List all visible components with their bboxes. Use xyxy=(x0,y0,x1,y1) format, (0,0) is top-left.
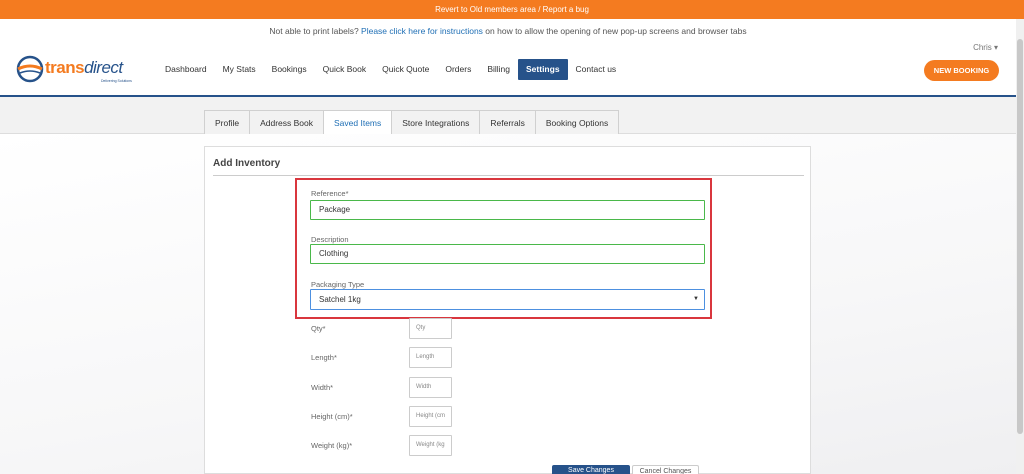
tab-referrals[interactable]: Referrals xyxy=(479,110,536,134)
panel-divider xyxy=(213,175,804,176)
height-label: Height (cm)* xyxy=(311,412,353,421)
nav-billing[interactable]: Billing xyxy=(479,59,518,80)
tab-address-book[interactable]: Address Book xyxy=(249,110,325,134)
packaging-type-label: Packaging Type xyxy=(311,280,365,289)
qty-label: Qty* xyxy=(311,324,326,333)
nav-quick-book[interactable]: Quick Book xyxy=(315,59,374,80)
save-changes-button[interactable]: Save Changes xyxy=(552,465,630,474)
logo-word-trans: trans xyxy=(45,58,85,77)
cancel-changes-button[interactable]: Cancel Changes xyxy=(632,465,699,474)
logo-word-direct: direct xyxy=(84,58,123,77)
chevron-down-icon: ▾ xyxy=(993,43,998,52)
tab-saved-items[interactable]: Saved Items xyxy=(323,110,393,134)
tab-booking-options[interactable]: Booking Options xyxy=(534,110,620,134)
reference-label: Reference* xyxy=(311,189,349,198)
user-name: Chris xyxy=(973,43,992,52)
instructions-link[interactable]: Please click here for instructions xyxy=(361,26,483,36)
nav-dashboard[interactable]: Dashboard xyxy=(157,59,215,80)
packaging-type-select[interactable]: Satchel 1kg ▼ xyxy=(310,289,705,310)
qty-input[interactable]: Qty xyxy=(409,318,452,339)
width-label: Width* xyxy=(311,383,334,392)
nav-my-stats[interactable]: My Stats xyxy=(215,59,264,80)
width-input[interactable]: Width xyxy=(409,377,452,398)
new-booking-button[interactable]: NEW BOOKING xyxy=(924,60,999,81)
panel-title: Add Inventory xyxy=(213,158,281,169)
transdirect-logo[interactable]: transdirect Delivering Solutions xyxy=(15,54,135,84)
nav-orders[interactable]: Orders xyxy=(437,59,479,80)
length-label: Length* xyxy=(311,353,337,362)
logo-tagline: Delivering Solutions xyxy=(101,79,132,83)
page-scrollbar[interactable] xyxy=(1016,19,1024,474)
nav-quick-quote[interactable]: Quick Quote xyxy=(374,59,437,80)
reference-input[interactable]: Package xyxy=(310,200,705,220)
packaging-type-value: Satchel 1kg xyxy=(319,295,361,304)
user-menu[interactable]: Chris ▾ xyxy=(973,43,998,52)
nav-contact-us[interactable]: Contact us xyxy=(568,59,625,80)
globe-logo-icon xyxy=(16,55,44,83)
top-banner[interactable]: Revert to Old members area / Report a bu… xyxy=(0,0,1024,19)
revert-link[interactable]: Revert to Old members area / Report a bu… xyxy=(435,5,589,14)
tab-profile[interactable]: Profile xyxy=(204,110,251,134)
settings-tabs-band: Profile Address Book Saved Items Store Inte… xyxy=(0,97,1016,134)
logo-wordmark: transdirect xyxy=(45,58,123,78)
description-label: Description xyxy=(311,235,349,244)
length-input[interactable]: Length xyxy=(409,347,452,368)
height-input[interactable]: Height (cm xyxy=(409,406,452,427)
notice-suffix: on how to allow the opening of new pop-u… xyxy=(482,26,747,36)
scrollbar-thumb[interactable] xyxy=(1017,39,1023,434)
site-header: Chris ▾ transdirect Delivering Solutions… xyxy=(0,40,1016,97)
caret-down-icon: ▼ xyxy=(693,296,699,302)
description-input[interactable]: Clothing xyxy=(310,244,705,264)
tab-store-integrations[interactable]: Store Integrations xyxy=(391,110,481,134)
print-labels-notice: Not able to print labels? Please click h… xyxy=(0,24,1016,38)
weight-input[interactable]: Weight (kg xyxy=(409,435,452,456)
weight-label: Weight (kg)* xyxy=(311,441,353,450)
nav-settings[interactable]: Settings xyxy=(518,59,568,80)
nav-bookings[interactable]: Bookings xyxy=(264,59,315,80)
main-nav: Dashboard My Stats Bookings Quick Book Quick… xyxy=(157,59,624,80)
notice-prefix: Not able to print labels? xyxy=(269,26,362,36)
settings-tabs: Profile Address Book Saved Items Store Inte… xyxy=(204,110,620,134)
